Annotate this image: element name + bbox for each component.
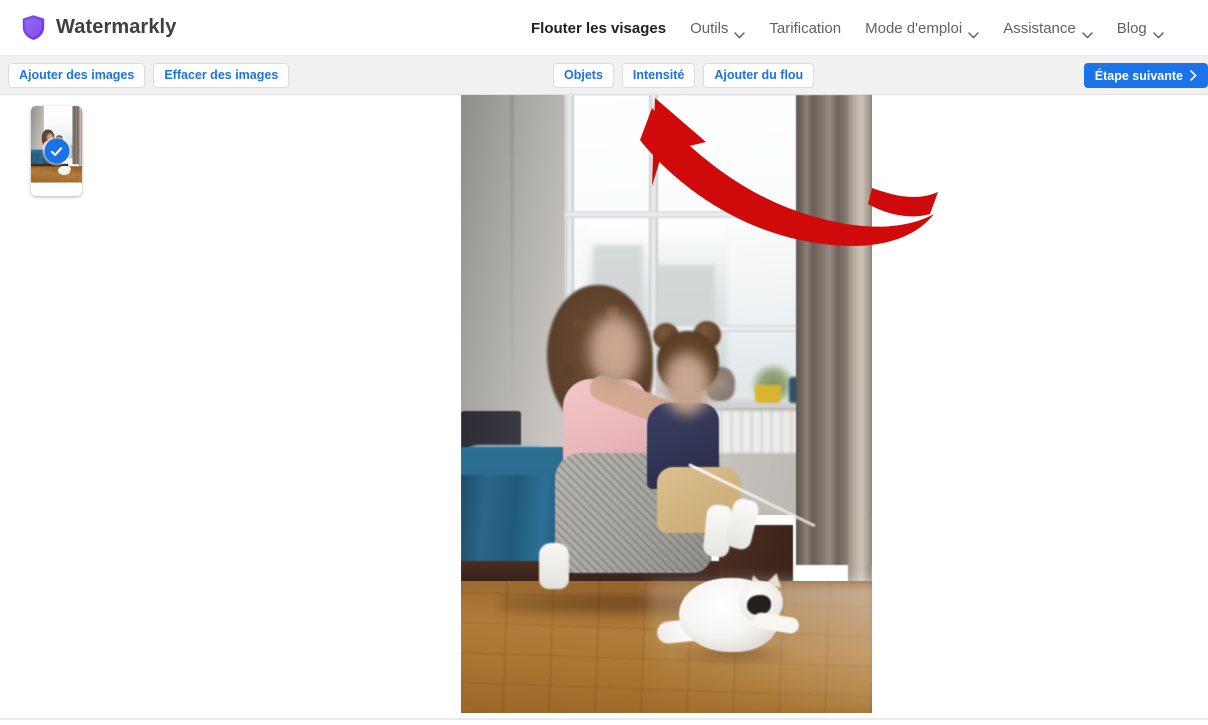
toolbar-left-group: Ajouter des images Effacer des images bbox=[8, 56, 290, 95]
add-blur-button[interactable]: Ajouter du flou bbox=[703, 63, 815, 88]
nav-item-pricing[interactable]: Tarification bbox=[769, 20, 841, 37]
nav-item-tools[interactable]: Outils bbox=[690, 19, 746, 39]
thumbnail-rail bbox=[0, 95, 115, 196]
chevron-right-icon bbox=[1190, 70, 1197, 81]
nav-item-support[interactable]: Assistance bbox=[1003, 19, 1093, 39]
brand-logo[interactable]: Watermarkly bbox=[22, 15, 176, 40]
next-step-label: Étape suivante bbox=[1094, 68, 1183, 83]
nav-item-blur-faces[interactable]: Flouter les visages bbox=[531, 20, 666, 37]
wall-corner bbox=[511, 95, 513, 425]
chevron-down-icon bbox=[1153, 26, 1164, 39]
thumb-floor bbox=[31, 166, 82, 183]
add-images-button[interactable]: Ajouter des images bbox=[8, 63, 146, 88]
toolbar-right-group: Étape suivante bbox=[1083, 56, 1208, 95]
image-thumbnail-1[interactable] bbox=[31, 106, 82, 196]
child-2-blurred-face[interactable] bbox=[663, 353, 711, 415]
nav-label: Tarification bbox=[769, 19, 842, 37]
image-canvas[interactable] bbox=[461, 95, 872, 713]
objects-button[interactable]: Objets bbox=[553, 63, 614, 88]
editor-workspace bbox=[0, 95, 1208, 719]
child-1-blurred-face[interactable] bbox=[589, 315, 641, 387]
chevron-down-icon bbox=[1082, 26, 1093, 39]
source-photo bbox=[461, 95, 872, 713]
intensity-button[interactable]: Intensité bbox=[621, 63, 696, 88]
nav-label: Assistance bbox=[1003, 19, 1076, 37]
toolbar-center-group: Objets Intensité Ajouter du flou bbox=[553, 56, 815, 95]
yellow-pot bbox=[755, 385, 781, 403]
nav-label: Outils bbox=[690, 19, 729, 37]
editor-toolbar: Ajouter des images Effacer des images Ob… bbox=[0, 56, 1208, 95]
next-step-button[interactable]: Étape suivante bbox=[1083, 63, 1208, 88]
brand-name: Watermarkly bbox=[56, 16, 177, 38]
nav-label: Flouter les visages bbox=[531, 19, 667, 37]
nav-label: Mode d'emploi bbox=[865, 19, 963, 37]
site-header: Watermarkly Flouter les visages Outils T… bbox=[0, 0, 1208, 56]
nav-item-blog[interactable]: Blog bbox=[1116, 19, 1164, 39]
thumb-cat-head bbox=[65, 166, 71, 172]
child-1-sock bbox=[539, 543, 569, 589]
shield-icon bbox=[22, 15, 45, 40]
window-transom bbox=[565, 211, 811, 218]
chevron-down-icon bbox=[968, 26, 979, 39]
nav-item-how-to[interactable]: Mode d'emploi bbox=[865, 19, 979, 39]
clear-images-button[interactable]: Effacer des images bbox=[153, 63, 290, 88]
check-icon bbox=[44, 138, 69, 164]
main-navigation: Flouter les visages Outils Tarification … bbox=[531, 0, 1164, 56]
chevron-down-icon bbox=[734, 26, 746, 39]
nav-label: Blog bbox=[1116, 19, 1147, 37]
